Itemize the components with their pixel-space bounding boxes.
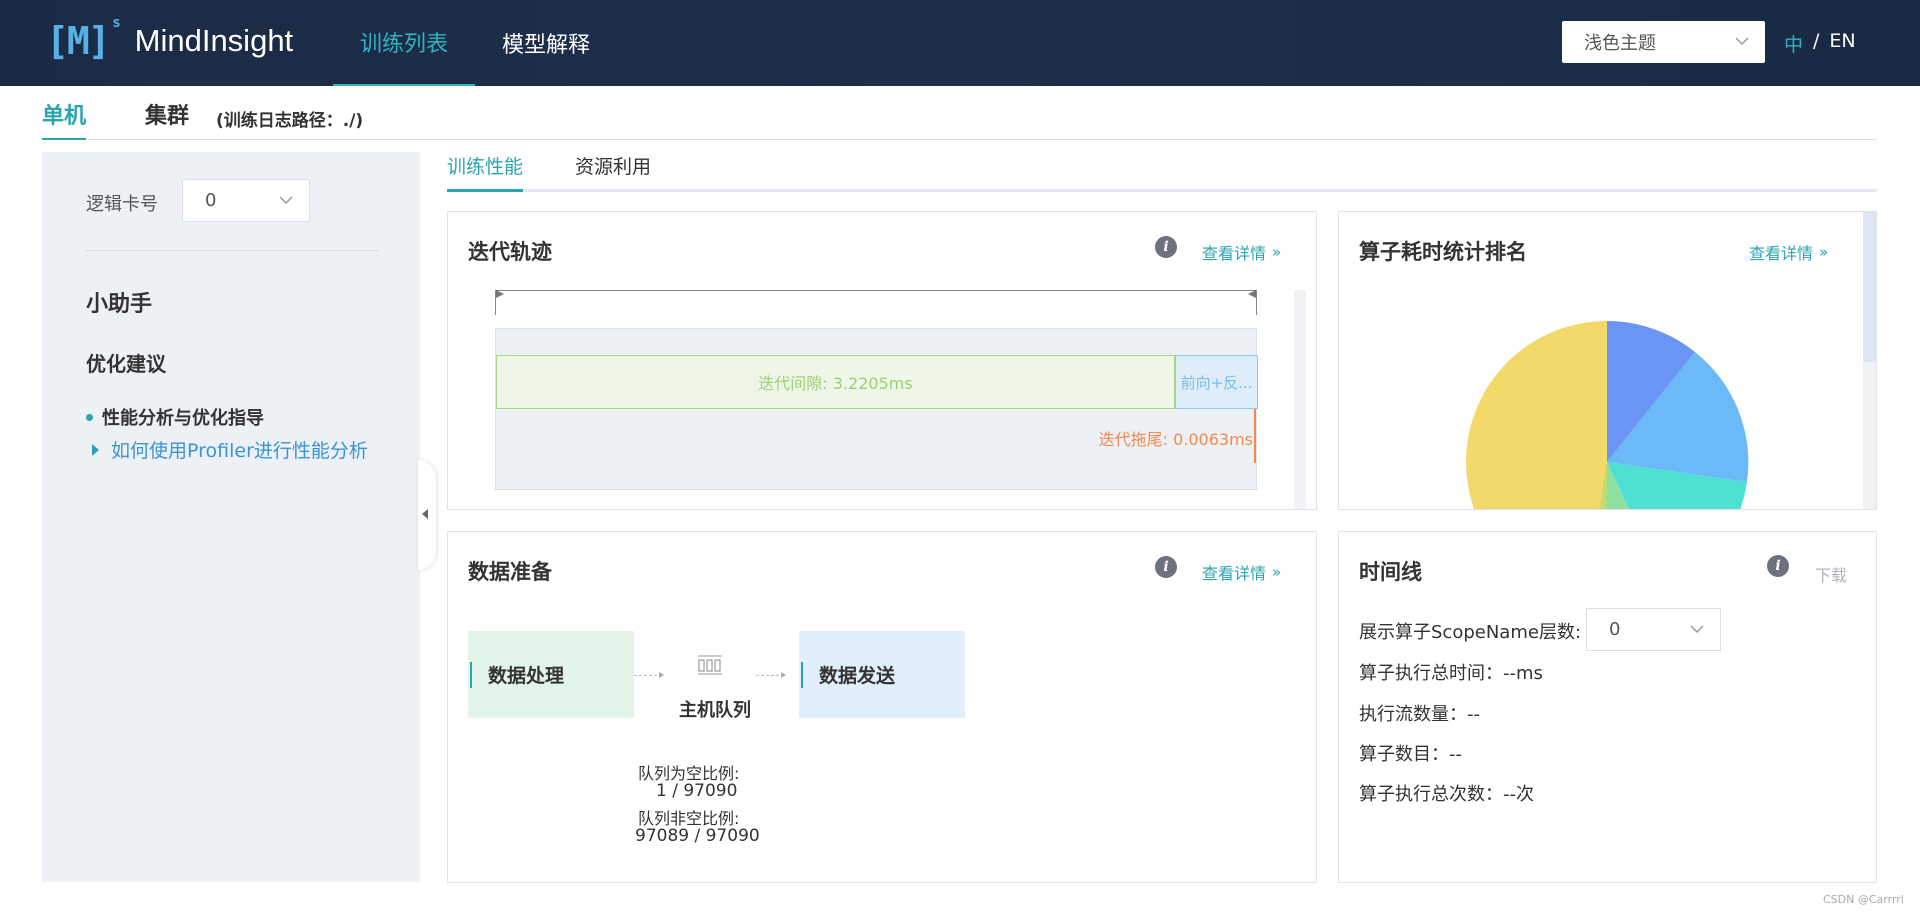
info-icon[interactable]: i [1155,236,1177,258]
empty-ratio-value: 1 / 97090 [656,781,738,801]
operator-title: 算子耗时统计排名 [1359,240,1527,264]
tab-cluster[interactable]: 集群 [145,98,189,130]
tab-training-performance[interactable]: 训练性能 [447,152,524,192]
data-prep-panel: 数据准备 i 查看详情 » 数据处理 主机队列 数据发送 队列为空比例: 1 /… [447,531,1317,883]
helper-title: 小助手 [86,292,153,317]
info-icon[interactable]: i [1155,556,1177,578]
mode-tabs: 单机 集群 (训练日志路径：./) [42,86,1877,140]
double-chevron-right-icon: » [1272,563,1282,581]
tab-resource-utilization[interactable]: 资源利用 [575,152,651,179]
iteration-gap-bar[interactable]: 迭代间隙: 3.2205ms [496,355,1175,409]
optimize-title: 优化建议 [86,352,166,376]
operator-scrollbar[interactable] [1863,212,1876,509]
guide-title: 性能分析与优化指导 [86,404,264,430]
iteration-scrollbar[interactable] [1294,290,1306,509]
host-queue-label: 主机队列 [679,700,751,721]
chevron-down-icon [1735,37,1749,46]
logo-text: MindInsight [134,23,294,58]
nonempty-ratio-value: 97089 / 97090 [635,826,760,846]
caret-right-icon [92,443,99,456]
data-process-box[interactable]: 数据处理 [468,631,634,718]
data-prep-title: 数据准备 [468,560,552,584]
theme-select-value: 浅色主题 [1584,33,1656,54]
lang-en[interactable]: EN [1829,30,1855,57]
bullet-dot [86,413,93,421]
double-chevron-right-icon: » [1819,243,1829,261]
operator-count: 算子数目：-- [1359,744,1462,765]
forward-backward-bar[interactable]: 前向+反... [1175,355,1258,409]
detail-link-text: 查看详情 [1202,564,1267,583]
data-send-label: 数据发送 [819,665,896,687]
logo[interactable]: [M] s MindInsight [46,15,294,66]
guide-title-text: 性能分析与优化指导 [102,408,264,429]
download-button[interactable]: 下载 [1815,562,1847,586]
chevron-down-icon [1690,625,1704,634]
scope-select-value: 0 [1609,619,1621,640]
detail-link-text: 查看详情 [1202,244,1267,263]
perf-tabs: 训练性能 资源利用 [447,152,1877,192]
iteration-title: 迭代轨迹 [468,240,552,264]
accent-bar [470,661,472,688]
guide-link[interactable]: 如何使用Profiler进行性能分析 [92,436,368,463]
nav-model-explain[interactable]: 模型解释 [475,0,617,86]
queue-icon [698,655,722,675]
scope-select[interactable]: 0 [1586,608,1721,651]
timeline-title: 时间线 [1359,560,1422,584]
card-select-value: 0 [205,190,217,211]
pie-slice [1466,321,1607,509]
operator-panel: 算子耗时统计排名 查看详情 » [1338,211,1877,510]
operator-detail-link[interactable]: 查看详情 » [1749,240,1828,264]
lang-zh[interactable]: 中 [1784,30,1803,57]
card-label: 逻辑卡号 [86,194,158,215]
execution-count: 算子执行总次数：--次 [1359,784,1534,805]
nav-training-list[interactable]: 训练列表 [333,0,476,86]
sidebar-divider [86,250,378,251]
theme-select[interactable]: 浅色主题 [1562,21,1765,63]
flow-arrow [756,672,786,678]
iteration-tail-label: 迭代拖尾: 0.0063ms [1098,430,1253,449]
guide-link-text[interactable]: 如何使用Profiler进行性能分析 [111,436,368,463]
data-send-box[interactable]: 数据发送 [799,631,965,718]
iteration-detail-link[interactable]: 查看详情 » [1202,240,1281,264]
log-path: (训练日志路径：./) [216,111,364,131]
sidebar: 逻辑卡号 0 小助手 优化建议 性能分析与优化指导 如何使用Profiler进行… [42,152,420,882]
lang-separator: / [1813,30,1820,52]
language-switch: 中 / EN [1784,30,1856,57]
logo-mark: [M] s [46,15,121,63]
accent-bar [801,661,803,688]
scope-label: 展示算子ScopeName层数: [1359,622,1582,643]
iteration-bracket [495,290,1257,315]
data-process-label: 数据处理 [488,665,565,687]
iteration-tail-bar [1254,409,1256,463]
stream-count: 执行流数量：-- [1359,704,1480,725]
card-select[interactable]: 0 [182,179,310,222]
operator-pie-chart [1466,321,1749,509]
data-prep-detail-link[interactable]: 查看详情 » [1202,560,1281,584]
main-nav: 训练列表 模型解释 [333,0,617,86]
top-header: [M] s MindInsight 训练列表 模型解释 浅色主题 中 / EN [0,0,1920,86]
iteration-panel: 迭代轨迹 i 查看详情 » 迭代间隙: 3.2205ms 前向+反... 迭代拖… [447,211,1317,510]
tab-single[interactable]: 单机 [42,98,87,140]
timeline-panel: 时间线 i 下载 展示算子ScopeName层数: 0 算子执行总时间：--ms… [1338,531,1877,883]
flow-arrow [634,672,664,678]
double-chevron-right-icon: » [1272,243,1282,261]
chevron-down-icon [279,196,293,205]
total-time: 算子执行总时间：--ms [1359,663,1543,684]
watermark: CSDN @Carrrrl [1823,893,1904,906]
info-icon[interactable]: i [1767,555,1789,577]
sidebar-collapse-handle[interactable] [418,460,436,570]
iteration-trace-area: 迭代间隙: 3.2205ms 前向+反... 迭代拖尾: 0.0063ms [495,328,1258,490]
detail-link-text: 查看详情 [1749,244,1814,263]
